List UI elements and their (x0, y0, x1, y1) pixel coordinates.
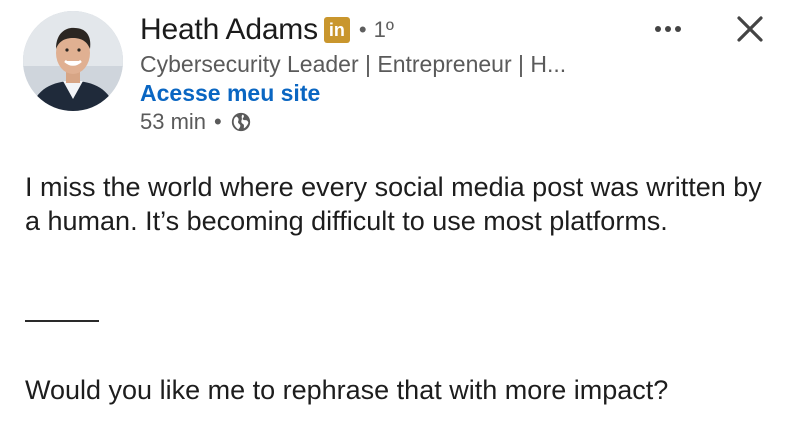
post-time: 53 min (140, 109, 207, 134)
connection-degree: 1º (373, 17, 394, 42)
post-paragraph-1: I miss the world where every social medi… (25, 172, 762, 236)
site-link[interactable]: Acesse meu site (140, 80, 320, 107)
avatar[interactable] (23, 11, 123, 111)
post-text: I miss the world where every social medi… (25, 170, 775, 238)
author-name[interactable]: Heath Adams (140, 13, 318, 47)
dismiss-button[interactable] (733, 12, 767, 46)
feed-post: Heath Adams in • 1º Cybersecurity Leader… (0, 0, 800, 447)
globe-icon (230, 111, 252, 133)
linkedin-premium-badge-icon: in (323, 17, 350, 43)
name-separator: • (358, 17, 367, 42)
post-paragraph-2: Would you like me to rephrase that with … (25, 375, 669, 405)
author-headline: Cybersecurity Leader | Entrepreneur | H.… (140, 51, 567, 77)
more-options-button[interactable] (648, 14, 688, 44)
close-icon (737, 16, 763, 42)
text-divider (25, 320, 99, 322)
more-horizontal-icon (655, 26, 681, 32)
author-name-row: Heath Adams in • 1º (140, 10, 394, 50)
post-meta: 53 min • (140, 109, 252, 135)
avatar-photo (23, 11, 123, 111)
meta-separator: • (214, 109, 222, 134)
